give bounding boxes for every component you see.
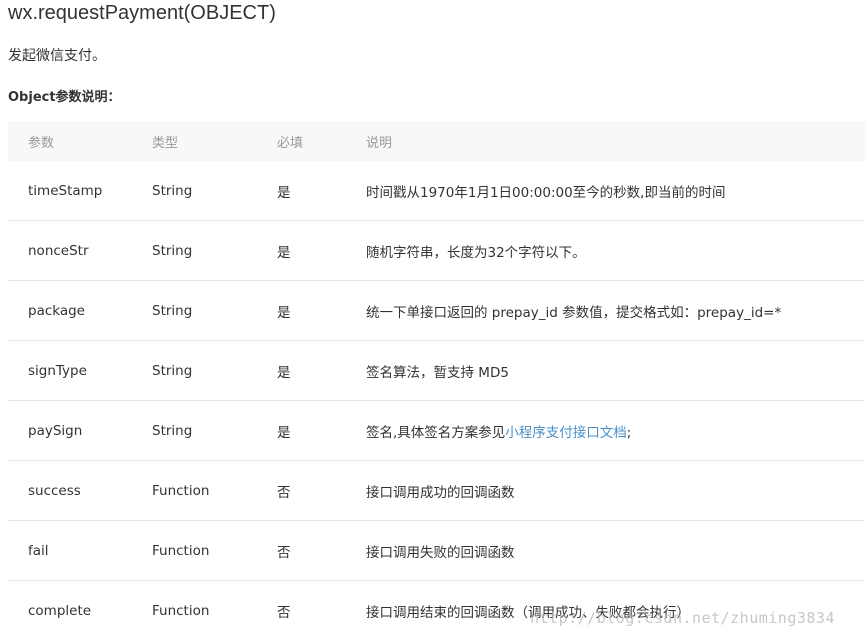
param-description: 签名算法，暂支持 MD5 bbox=[366, 341, 865, 401]
param-required: 是 bbox=[277, 161, 366, 221]
param-name: timeStamp bbox=[8, 161, 152, 221]
param-required: 是 bbox=[277, 341, 366, 401]
table-row: paySign String 是 签名,具体签名方案参见小程序支付接口文档; bbox=[8, 401, 865, 461]
table-row: fail Function 否 接口调用失败的回调函数 bbox=[8, 521, 865, 581]
param-required: 是 bbox=[277, 401, 366, 461]
param-name: signType bbox=[8, 341, 152, 401]
watermark: http://blog.csdn.net/zhuming3834 bbox=[530, 609, 835, 627]
param-description: 统一下单接口返回的 prepay_id 参数值，提交格式如：prepay_id=… bbox=[366, 281, 865, 341]
param-name: paySign bbox=[8, 401, 152, 461]
description-text: 签名算法，暂支持 MD5 bbox=[366, 365, 509, 381]
param-required: 否 bbox=[277, 581, 366, 640]
param-type: String bbox=[152, 341, 277, 401]
param-description: 接口调用成功的回调函数 bbox=[366, 461, 865, 521]
param-required: 是 bbox=[277, 281, 366, 341]
param-type: Function bbox=[152, 461, 277, 521]
param-description: 时间戳从1970年1月1日00:00:00至今的秒数,即当前的时间 bbox=[366, 161, 865, 221]
column-header-required: 必填 bbox=[277, 121, 366, 161]
table-row: timeStamp String 是 时间戳从1970年1月1日00:00:00… bbox=[8, 161, 865, 221]
param-required: 是 bbox=[277, 221, 366, 281]
description-text: 签名,具体签名方案参见 bbox=[366, 425, 505, 441]
table-row: success Function 否 接口调用成功的回调函数 bbox=[8, 461, 865, 521]
param-type: Function bbox=[152, 581, 277, 640]
param-name: complete bbox=[8, 581, 152, 640]
description-text: 统一下单接口返回的 prepay_id 参数值，提交格式如：prepay_id=… bbox=[366, 305, 781, 321]
column-header-param: 参数 bbox=[8, 121, 152, 161]
description-text: 随机字符串，长度为32个字符以下。 bbox=[366, 245, 586, 261]
param-required: 否 bbox=[277, 461, 366, 521]
table-row: nonceStr String 是 随机字符串，长度为32个字符以下。 bbox=[8, 221, 865, 281]
param-type: String bbox=[152, 281, 277, 341]
param-description: 签名,具体签名方案参见小程序支付接口文档; bbox=[366, 401, 865, 461]
param-name: nonceStr bbox=[8, 221, 152, 281]
param-type: String bbox=[152, 161, 277, 221]
param-name: fail bbox=[8, 521, 152, 581]
param-type: String bbox=[152, 401, 277, 461]
param-name: success bbox=[8, 461, 152, 521]
param-type: Function bbox=[152, 521, 277, 581]
description-suffix: ; bbox=[627, 425, 632, 441]
param-type: String bbox=[152, 221, 277, 281]
param-description: 随机字符串，长度为32个字符以下。 bbox=[366, 221, 865, 281]
param-name: package bbox=[8, 281, 152, 341]
payment-api-doc-link[interactable]: 小程序支付接口文档 bbox=[505, 425, 627, 441]
table-row: package String 是 统一下单接口返回的 prepay_id 参数值… bbox=[8, 281, 865, 341]
table-row: signType String 是 签名算法，暂支持 MD5 bbox=[8, 341, 865, 401]
description-text: 时间戳从1970年1月1日00:00:00至今的秒数,即当前的时间 bbox=[366, 185, 725, 201]
parameter-table: 参数 类型 必填 说明 timeStamp String 是 时间戳从1970年… bbox=[8, 121, 865, 640]
page-description: 发起微信支付。 bbox=[8, 45, 106, 65]
column-header-type: 类型 bbox=[152, 121, 277, 161]
description-text: 接口调用成功的回调函数 bbox=[366, 485, 515, 501]
table-header-row: 参数 类型 必填 说明 bbox=[8, 121, 865, 161]
column-header-description: 说明 bbox=[366, 121, 865, 161]
param-required: 否 bbox=[277, 521, 366, 581]
description-text: 接口调用失败的回调函数 bbox=[366, 545, 515, 561]
section-heading: Object参数说明： bbox=[8, 86, 121, 105]
param-description: 接口调用失败的回调函数 bbox=[366, 521, 865, 581]
page-title: wx.requestPayment(OBJECT) bbox=[8, 2, 276, 25]
